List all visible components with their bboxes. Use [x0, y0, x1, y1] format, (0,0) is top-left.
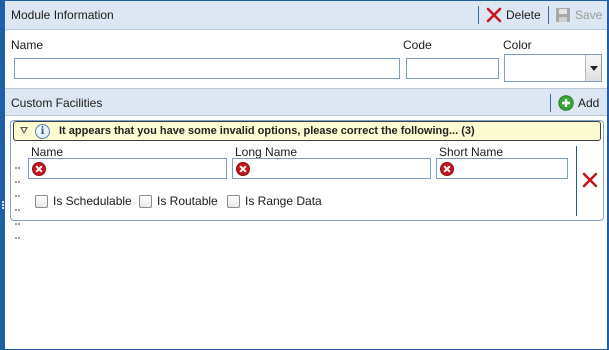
module-title: Module Information — [11, 8, 114, 22]
module-header: Module Information Delete Save — [5, 1, 607, 30]
info-icon: i — [35, 124, 50, 139]
is-schedulable-checkbox[interactable]: Is Schedulable — [35, 193, 132, 209]
chevron-down-icon[interactable] — [585, 55, 601, 81]
remove-facility-icon[interactable] — [582, 172, 598, 188]
separator — [576, 146, 577, 216]
delete-button[interactable]: Delete — [486, 6, 541, 24]
delete-label: Delete — [506, 8, 541, 22]
checkbox-label: Is Schedulable — [53, 194, 132, 208]
color-label: Color — [503, 38, 532, 52]
facilities-header: Custom Facilities Add — [5, 88, 607, 116]
facilities-title: Custom Facilities — [11, 96, 103, 110]
warning-message: It appears that you have some invalid op… — [59, 125, 475, 137]
error-icon — [440, 162, 454, 176]
facility-name-field[interactable] — [28, 158, 227, 179]
add-label: Add — [578, 96, 600, 110]
checkbox-box[interactable] — [35, 194, 48, 208]
add-button[interactable]: Add — [558, 94, 599, 112]
separator — [548, 6, 549, 24]
checkbox-box[interactable] — [139, 194, 152, 208]
name-label: Name — [11, 38, 44, 52]
code-field[interactable] — [406, 58, 499, 79]
delete-icon — [486, 7, 502, 23]
collapse-triangle-icon[interactable] — [20, 127, 28, 134]
drag-handle-icon[interactable] — [15, 160, 21, 239]
facility-short-name-field[interactable] — [436, 158, 568, 179]
facility-long-name-field[interactable] — [232, 158, 431, 179]
add-icon — [558, 95, 574, 111]
error-icon — [32, 162, 46, 176]
error-icon — [236, 162, 250, 176]
save-button[interactable]: Save — [555, 6, 602, 24]
checkbox-box[interactable] — [227, 194, 240, 208]
checkbox-label: Is Range Data — [245, 194, 322, 208]
is-range-data-checkbox[interactable]: Is Range Data — [227, 193, 322, 209]
save-icon — [556, 8, 570, 22]
color-select[interactable] — [504, 54, 602, 82]
separator — [478, 6, 479, 24]
name-field[interactable] — [14, 58, 400, 79]
validation-warning[interactable]: i It appears that you have some invalid … — [13, 121, 601, 141]
facility-long-name-label: Long Name — [235, 145, 298, 159]
left-resize-grip[interactable] — [0, 200, 5, 212]
facility-short-name-label: Short Name — [439, 145, 504, 159]
save-label: Save — [575, 8, 603, 22]
is-routable-checkbox[interactable]: Is Routable — [139, 193, 218, 209]
checkbox-label: Is Routable — [157, 194, 218, 208]
separator — [550, 94, 551, 112]
facility-name-label: Name — [31, 145, 64, 159]
code-label: Code — [403, 38, 432, 52]
